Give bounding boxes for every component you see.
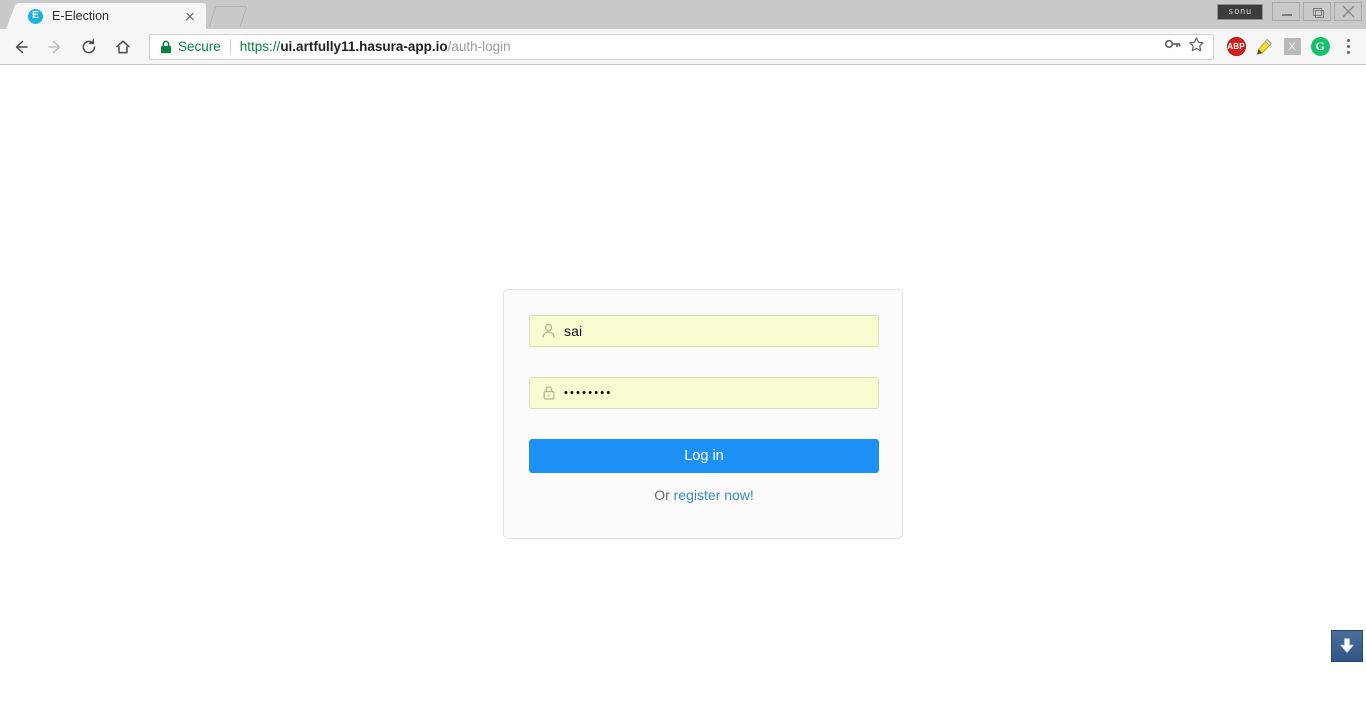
back-button[interactable] (7, 33, 35, 61)
url-host: ui.artfully11.hasura-app.io (280, 39, 448, 54)
username-value: sai (564, 323, 583, 339)
adblock-plus-icon: ABP (1226, 37, 1246, 56)
tab-strip: E E-Election sonu (0, 0, 1366, 29)
lock-icon (160, 40, 172, 54)
download-arrow-icon (1340, 638, 1354, 653)
url-path: /auth-login (447, 39, 511, 54)
password-field[interactable]: •••••••• (529, 377, 879, 409)
tab-favicon-icon: E (28, 8, 43, 24)
lock-icon (540, 385, 557, 401)
reload-button[interactable] (75, 33, 103, 61)
url-text: https://ui.artfully11.hasura-app.io/auth… (240, 39, 1164, 54)
window-controls: sonu (1217, 2, 1362, 21)
security-indicator[interactable]: Secure (160, 39, 221, 54)
new-tab-button[interactable] (208, 6, 248, 27)
tab-e-election[interactable]: E E-Election (6, 3, 206, 29)
download-widget[interactable] (1331, 630, 1363, 662)
close-icon (1342, 5, 1354, 18)
login-card: sai •••••••• Log in Or register now! (503, 289, 903, 539)
pencil-icon (1256, 38, 1273, 55)
arrow-left-icon (15, 40, 28, 53)
password-value: •••••••• (564, 387, 613, 399)
forward-button[interactable] (41, 33, 69, 61)
extension-grammarly[interactable]: G (1306, 33, 1334, 61)
home-icon (116, 39, 130, 53)
reload-icon (82, 38, 96, 53)
register-prompt: Or register now! (529, 487, 879, 503)
extension-highlighter[interactable] (1250, 33, 1278, 61)
bookmark-star-icon[interactable] (1188, 36, 1205, 58)
arrow-right-icon (48, 40, 61, 53)
minimize-button[interactable] (1272, 2, 1300, 21)
extension-adblock-plus[interactable]: ABP (1222, 33, 1250, 61)
browser-window: E E-Election sonu Secure https://ui.artf… (0, 0, 1366, 722)
omnibox-divider (229, 38, 231, 55)
login-button[interactable]: Log in (529, 439, 879, 473)
save-password-icon[interactable] (1164, 36, 1182, 57)
grammarly-icon: G (1310, 37, 1330, 56)
page-viewport: sai •••••••• Log in Or register now! (0, 66, 1366, 722)
extension-x[interactable]: X (1278, 33, 1306, 61)
chrome-menu-button[interactable] (1336, 33, 1360, 61)
security-label: Secure (178, 39, 221, 54)
register-link[interactable]: register now! (674, 487, 754, 503)
extensions-bar: ABP X G (1222, 33, 1336, 61)
username-field[interactable]: sai (529, 315, 879, 347)
browser-toolbar: Secure https://ui.artfully11.hasura-app.… (0, 29, 1366, 65)
maximize-button[interactable] (1303, 2, 1331, 21)
tab-title: E-Election (52, 9, 109, 23)
home-button[interactable] (109, 33, 137, 61)
profile-badge[interactable]: sonu (1217, 3, 1263, 20)
omnibox-actions (1164, 36, 1209, 58)
close-window-button[interactable] (1334, 2, 1362, 21)
x-extension-icon: X (1283, 38, 1301, 55)
user-icon (540, 323, 557, 339)
address-bar[interactable]: Secure https://ui.artfully11.hasura-app.… (149, 33, 1214, 60)
register-prefix: Or (654, 487, 674, 503)
url-scheme: https:// (239, 39, 281, 54)
close-tab-icon[interactable] (182, 8, 198, 24)
